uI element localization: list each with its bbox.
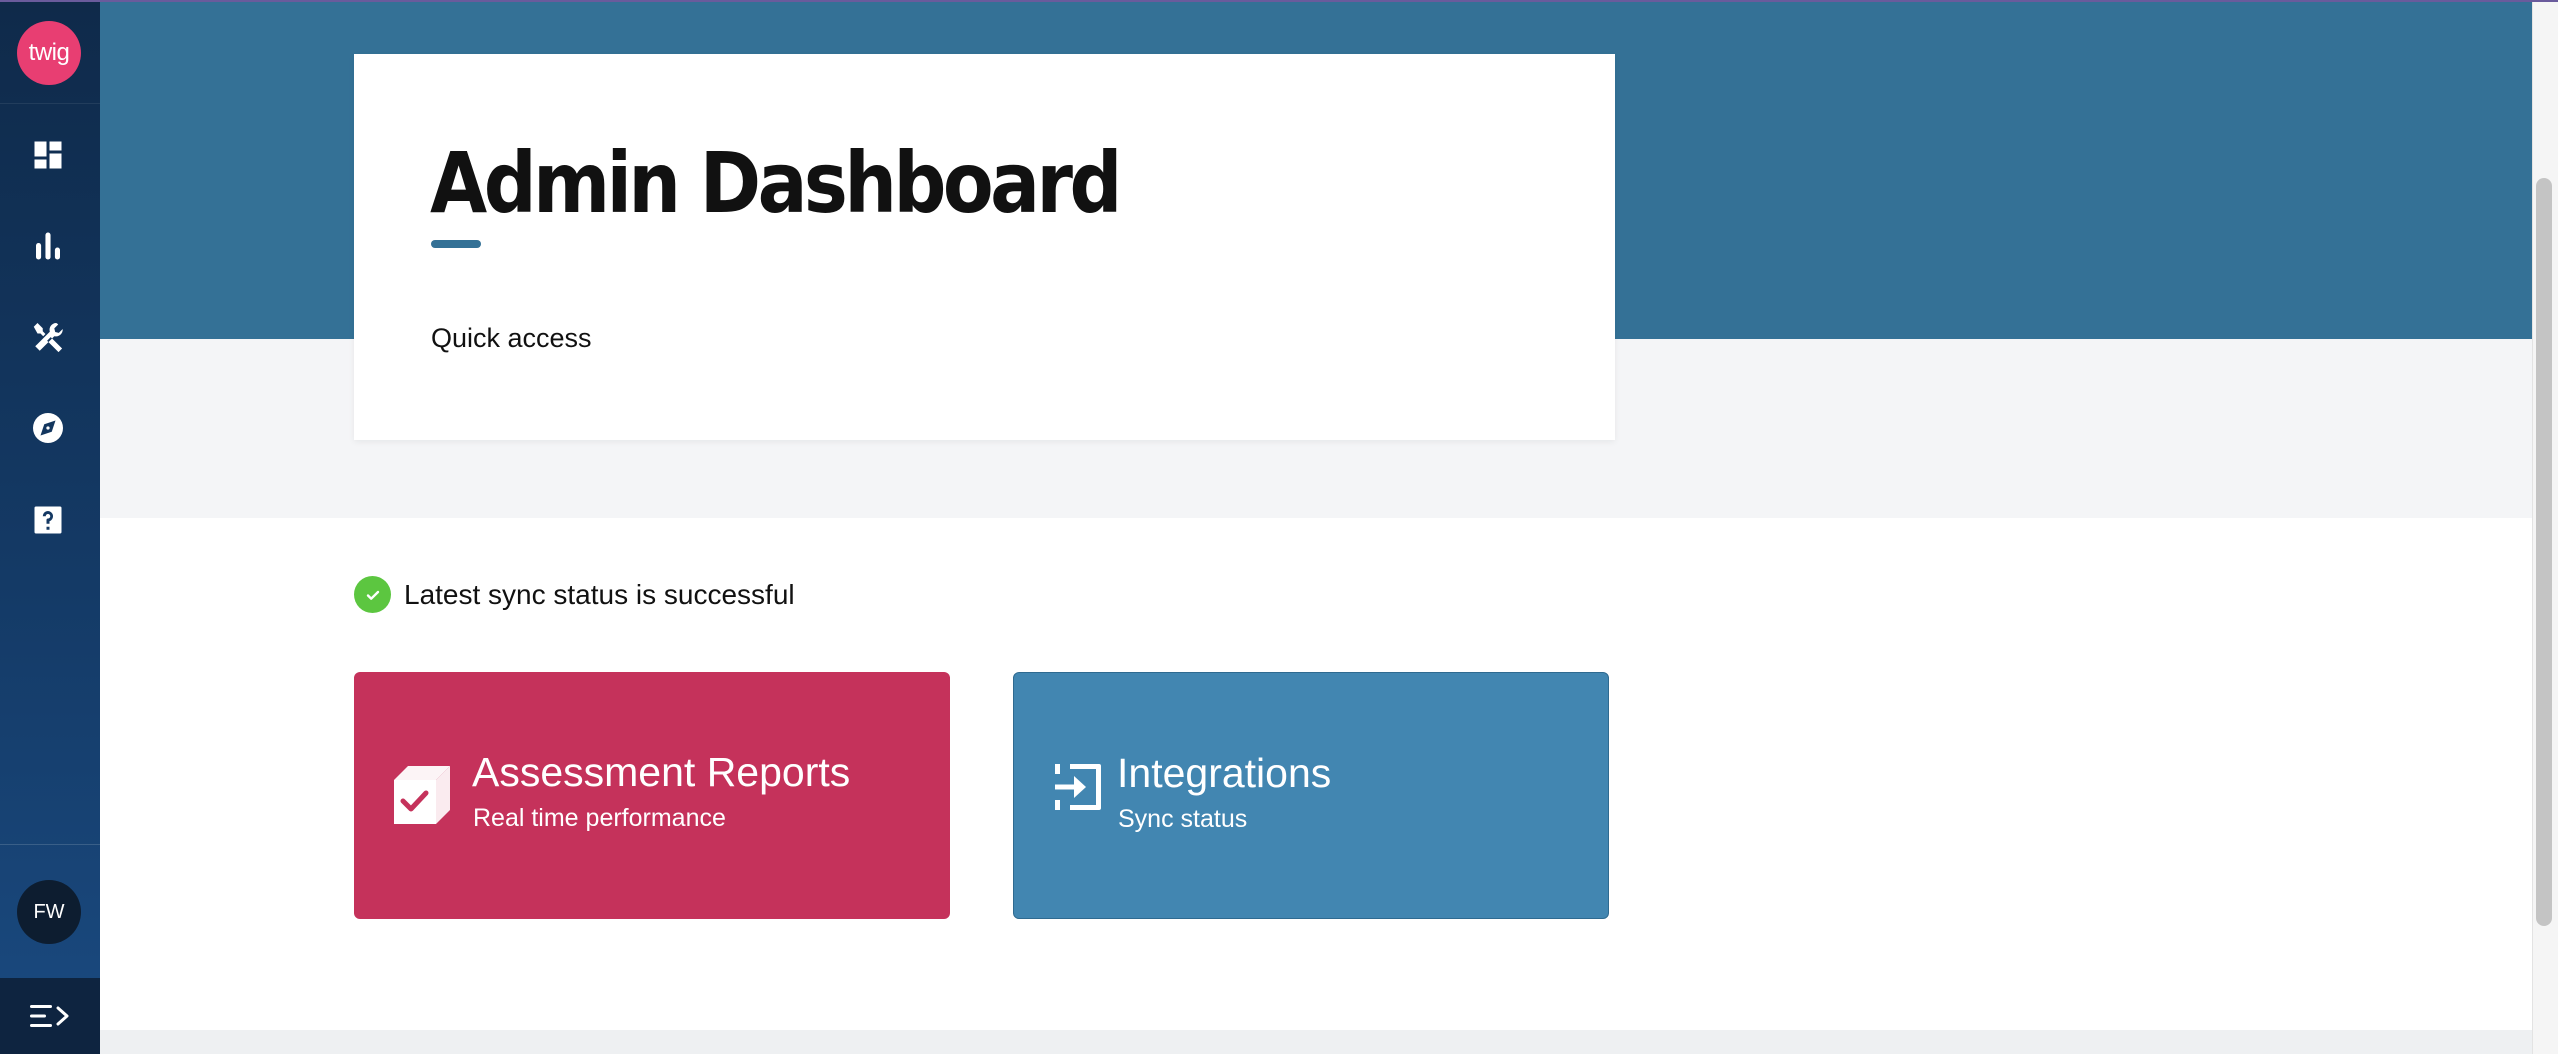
sidebar-item-tools[interactable] (26, 316, 70, 360)
dashboard-icon (34, 141, 62, 169)
sidebar-item-analytics[interactable] (26, 224, 70, 268)
compass-icon (33, 413, 63, 443)
tile-subtitle: Real time performance (473, 804, 726, 832)
sidebar-footer (0, 978, 100, 1054)
tile-title: Integrations (1117, 750, 1332, 796)
quick-access-label: Quick access (431, 323, 592, 353)
menu-expand-icon (30, 1005, 69, 1027)
box-check-icon (390, 758, 460, 828)
sidebar-divider (0, 103, 100, 104)
import-icon (1050, 759, 1106, 815)
sidebar-toggle-button[interactable] (28, 1000, 72, 1032)
top-accent-line (0, 0, 2558, 2)
scrollbar-thumb[interactable] (2536, 178, 2552, 926)
sidebar-item-help[interactable] (26, 498, 70, 542)
tile-subtitle: Sync status (1118, 805, 1248, 833)
sidebar-item-explore[interactable] (26, 406, 70, 450)
sync-status-text: Latest sync status is successful (404, 578, 795, 610)
tile-title: Assessment Reports (472, 749, 851, 795)
app-root: twig FW Admin Dashboard Quick access Lat… (0, 0, 2558, 1054)
sidebar-bottom-divider (0, 844, 100, 845)
page-title: Admin Dashboard (430, 134, 1122, 232)
sync-status: Latest sync status is successful (354, 576, 795, 613)
help-icon (34, 506, 62, 534)
check-circle-icon (354, 576, 391, 613)
sidebar: twig FW (0, 0, 100, 1054)
sidebar-item-dashboard[interactable] (26, 133, 70, 177)
bar-chart-icon (36, 232, 60, 260)
logo[interactable]: twig (17, 21, 81, 85)
title-underline (431, 240, 481, 248)
footer-band (100, 1030, 2532, 1054)
title-card: Admin Dashboard Quick access (354, 54, 1615, 440)
assessment-reports-tile[interactable]: Assessment Reports Real time performance (354, 672, 950, 919)
integrations-tile[interactable]: Integrations Sync status (1013, 672, 1609, 919)
avatar[interactable]: FW (17, 880, 81, 944)
tools-icon (33, 323, 63, 353)
